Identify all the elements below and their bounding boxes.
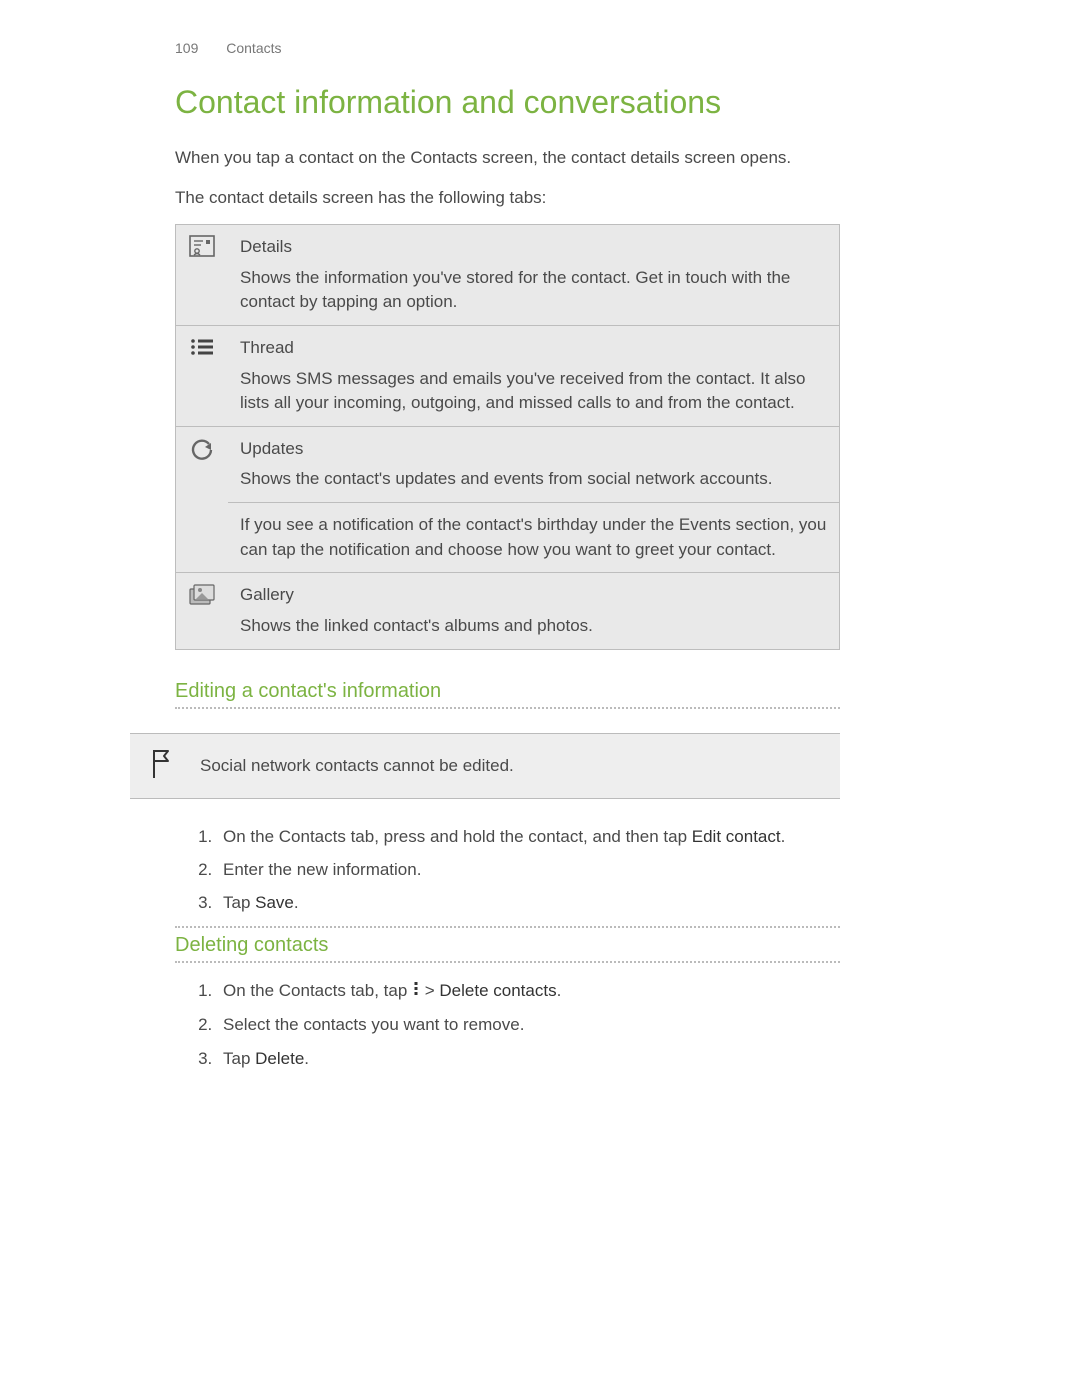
step-text: Tap [223,893,255,912]
note-text: Social network contacts cannot be edited… [200,756,514,775]
list-item: Select the contacts you want to remove. [217,1011,815,1038]
step-text: Select the contacts you want to remove. [223,1015,524,1034]
tab-name: Thread [240,336,827,361]
updates-refresh-icon [189,437,215,471]
dotted-separator [175,926,840,928]
updates-icon-cell [176,426,229,573]
thread-list-icon [189,336,215,366]
step-text: On the Contacts tab, tap [223,981,412,1000]
step-post: . [294,893,299,912]
tab-desc: Shows the contact's updates and events f… [240,469,772,488]
table-row: Updates Shows the contact's updates and … [176,426,840,502]
step-bold: Delete [255,1049,304,1068]
updates-text: Updates Shows the contact's updates and … [228,426,840,502]
tab-desc-2: If you see a notification of the contact… [240,515,826,559]
list-item: On the Contacts tab, tap > Delete contac… [217,977,815,1005]
page-number: 109 [175,40,198,56]
step-post: . [781,827,786,846]
updates-text-2: If you see a notification of the contact… [228,503,840,573]
details-card-icon [189,235,215,265]
page: 109 Contacts Contact information and con… [0,0,1080,1118]
tab-name: Gallery [240,583,827,608]
details-text: Details Shows the information you've sto… [228,225,840,326]
list-item: Tap Save. [217,889,815,916]
thread-icon-cell [176,325,229,426]
step-mid: > [420,981,439,1000]
details-icon-cell [176,225,229,326]
list-item: On the Contacts tab, press and hold the … [217,823,815,850]
intro-paragraph-1: When you tap a contact on the Contacts s… [175,145,960,171]
vertical-dots-icon [412,978,420,1005]
table-row: Gallery Shows the linked contact's album… [176,573,840,649]
table-row: If you see a notification of the contact… [176,503,840,573]
deleting-steps: On the Contacts tab, tap > Delete contac… [175,977,815,1071]
step-bold: Edit contact [692,827,781,846]
tab-desc: Shows the information you've stored for … [240,268,790,312]
table-row: Details Shows the information you've sto… [176,225,840,326]
deleting-heading: Deleting contacts [175,934,840,963]
thread-text: Thread Shows SMS messages and emails you… [228,325,840,426]
gallery-icon-cell [176,573,229,649]
editing-heading: Editing a contact's information [175,680,840,709]
gallery-text: Gallery Shows the linked contact's album… [228,573,840,649]
list-item: Enter the new information. [217,856,815,883]
list-item: Tap Delete. [217,1045,815,1072]
tab-desc: Shows the linked contact's albums and ph… [240,616,593,635]
page-title: Contact information and conversations [175,84,960,121]
tab-desc: Shows SMS messages and emails you've rec… [240,369,805,413]
step-post: . [304,1049,309,1068]
editing-steps: On the Contacts tab, press and hold the … [175,823,815,917]
note-box: Social network contacts cannot be edited… [130,733,840,799]
section-name: Contacts [226,40,281,56]
tab-name: Updates [240,437,827,462]
page-header: 109 Contacts [175,40,960,56]
step-bold: Delete contacts [439,981,556,1000]
step-bold: Save [255,893,294,912]
tab-name: Details [240,235,827,260]
step-post: . [557,981,562,1000]
table-row: Thread Shows SMS messages and emails you… [176,325,840,426]
tabs-table: Details Shows the information you've sto… [175,224,840,650]
step-text: Enter the new information. [223,860,421,879]
gallery-photos-icon [188,583,216,615]
intro-paragraph-2: The contact details screen has the follo… [175,185,960,211]
step-text: On the Contacts tab, press and hold the … [223,827,692,846]
flag-icon [150,748,174,785]
step-text: Tap [223,1049,255,1068]
